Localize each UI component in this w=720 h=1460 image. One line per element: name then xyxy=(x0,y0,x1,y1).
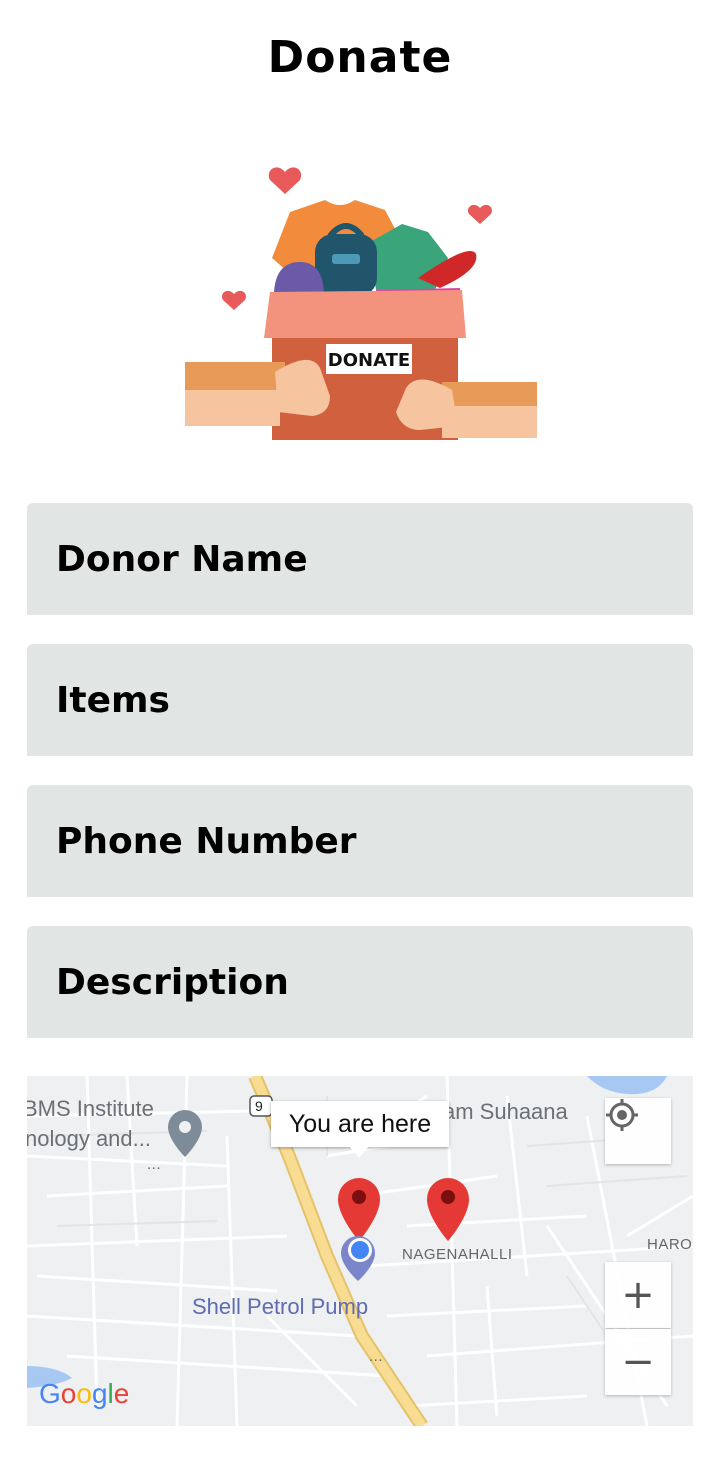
map-view[interactable]: 9 BMS Institute nology and... ... am Suh… xyxy=(27,1076,693,1426)
you-are-here-tooltip[interactable]: You are here xyxy=(271,1101,449,1147)
tooltip-tail xyxy=(349,1146,369,1158)
map-label-nagenahalli: NAGENAHALLI xyxy=(402,1246,513,1263)
my-location-icon xyxy=(606,1099,638,1131)
donor-name-field[interactable]: Donor Name xyxy=(27,503,693,615)
poi-pin-icon xyxy=(168,1110,202,1157)
items-field[interactable]: Items xyxy=(27,644,693,756)
map-label-ellipsis-2: ... xyxy=(369,1348,384,1365)
description-field[interactable]: Description xyxy=(27,926,693,1038)
box-label: DONATE xyxy=(328,350,410,371)
phone-number-field[interactable]: Phone Number xyxy=(27,785,693,897)
page-title: Donate xyxy=(267,32,453,83)
map-label-shell-petrol-pump[interactable]: Shell Petrol Pump xyxy=(192,1294,368,1320)
donation-marker-icon xyxy=(338,1178,380,1241)
route-shield-number: 9 xyxy=(255,1098,264,1114)
donation-box-illustration: DONATE xyxy=(180,150,540,450)
map-label-haro: HARO xyxy=(647,1236,693,1253)
zoom-in-button[interactable]: + xyxy=(605,1262,671,1328)
donation-marker-icon xyxy=(427,1178,469,1241)
my-location-button[interactable] xyxy=(605,1098,671,1164)
map-label-institute-2: nology and... xyxy=(27,1126,151,1151)
map-label-institute: BMS Institute xyxy=(27,1096,154,1121)
google-logo: Google xyxy=(39,1378,130,1409)
map-label-suhaana: am Suhaana xyxy=(443,1099,568,1124)
user-location-icon xyxy=(341,1236,375,1281)
map-label-ellipsis: ... xyxy=(147,1156,162,1173)
zoom-out-button[interactable]: − xyxy=(605,1329,671,1395)
